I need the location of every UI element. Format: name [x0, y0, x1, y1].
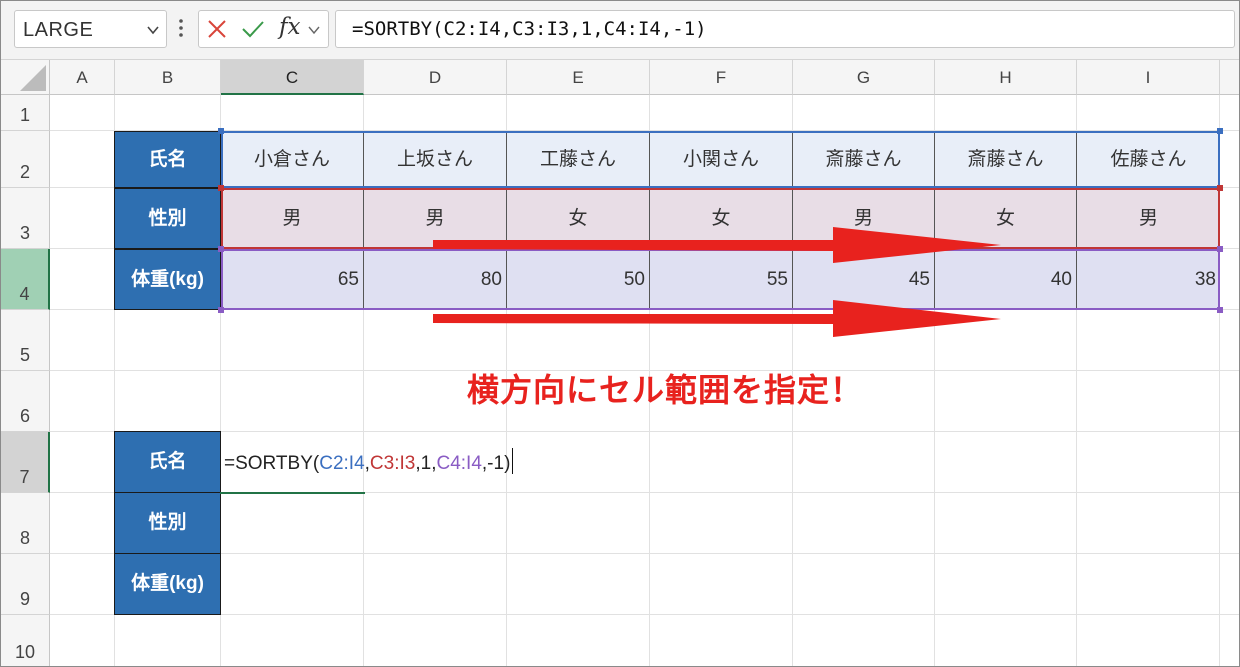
row-header-6[interactable]: 6 [1, 371, 50, 432]
row-header-2[interactable]: 2 [1, 131, 50, 188]
row-header-1[interactable]: 1 [1, 95, 50, 131]
range-highlight-c2-i4 [221, 131, 1220, 188]
gridline [50, 553, 1239, 554]
range-handle[interactable] [218, 128, 224, 134]
range-handle[interactable] [1217, 185, 1223, 191]
chevron-down-icon[interactable] [146, 23, 160, 37]
range-handle[interactable] [1217, 246, 1223, 252]
name-box[interactable]: LARGE [14, 10, 167, 48]
output-header-weight[interactable]: 体重(kg) [114, 553, 221, 615]
row-header-3[interactable]: 3 [1, 188, 50, 249]
formula-buttons: fx [198, 10, 329, 48]
formula-input[interactable]: =SORTBY(C2:I4,C3:I3,1,C4:I4,-1) [335, 10, 1235, 48]
output-header-gender[interactable]: 性別 [114, 492, 221, 554]
spreadsheet-window: LARGE fx =SORTBY(C2:I4,C3:I3,1,C4:I4,-1)… [0, 0, 1240, 667]
column-header-b[interactable]: B [115, 60, 221, 95]
range-highlight-c4-i4 [221, 249, 1220, 310]
select-all-button[interactable] [1, 60, 50, 95]
column-header-a[interactable]: A [50, 60, 115, 95]
insert-function-icon[interactable]: fx [279, 14, 300, 40]
formula-suffix: ,-1) [481, 453, 511, 474]
cancel-icon[interactable] [207, 19, 227, 39]
cell-edit-formula[interactable]: =SORTBY(C2:I4,C3:I3,1,C4:I4,-1) [224, 448, 514, 475]
output-header-name[interactable]: 氏名 [114, 431, 221, 493]
annotation-text: 横方向にセル範囲を指定！ [467, 371, 864, 409]
more-options-icon[interactable] [177, 17, 185, 39]
column-header-i[interactable]: I [1077, 60, 1220, 95]
column-header-f[interactable]: F [650, 60, 793, 95]
formula-prefix: =SORTBY( [224, 453, 320, 474]
formula-bar: LARGE fx =SORTBY(C2:I4,C3:I3,1,C4:I4,-1) [1, 1, 1239, 60]
header-cell-weight[interactable]: 体重(kg) [114, 249, 221, 310]
column-header-d[interactable]: D [364, 60, 507, 95]
range-handle[interactable] [1217, 128, 1223, 134]
range-handle[interactable] [1217, 307, 1223, 313]
header-cell-name[interactable]: 氏名 [114, 131, 221, 188]
range-highlight-c3-i3 [221, 188, 1220, 249]
row-header-7[interactable]: 7 [1, 432, 50, 493]
select-all-triangle-icon [20, 65, 46, 91]
text-caret [512, 448, 514, 474]
range-handle[interactable] [218, 246, 224, 252]
gridline [50, 614, 1239, 615]
row-header-10[interactable]: 10 [1, 615, 50, 666]
row-header-5[interactable]: 5 [1, 310, 50, 371]
row-header-8[interactable]: 8 [1, 493, 50, 554]
formula-ref-c2-i4: C2:I4 [319, 453, 365, 474]
column-header-h[interactable]: H [935, 60, 1077, 95]
range-handle[interactable] [218, 307, 224, 313]
column-header-j[interactable] [1220, 60, 1239, 95]
formula-text: =SORTBY(C2:I4,C3:I3,1,C4:I4,-1) [352, 18, 707, 40]
formula-ref-c4-i4: C4:I4 [436, 453, 482, 474]
formula-ref-c3-i3: C3:I3 [369, 453, 416, 474]
header-cell-gender[interactable]: 性別 [114, 188, 221, 249]
column-header-c[interactable]: C [221, 60, 364, 95]
formula-middle: ,1, [415, 453, 437, 474]
range-handle[interactable] [218, 185, 224, 191]
row-header-4[interactable]: 4 [1, 249, 50, 310]
column-header-e[interactable]: E [507, 60, 650, 95]
enter-check-icon[interactable] [241, 19, 265, 39]
row-header-9[interactable]: 9 [1, 554, 50, 615]
chevron-down-icon[interactable] [307, 23, 321, 37]
column-header-g[interactable]: G [793, 60, 935, 95]
name-box-value: LARGE [23, 19, 94, 41]
